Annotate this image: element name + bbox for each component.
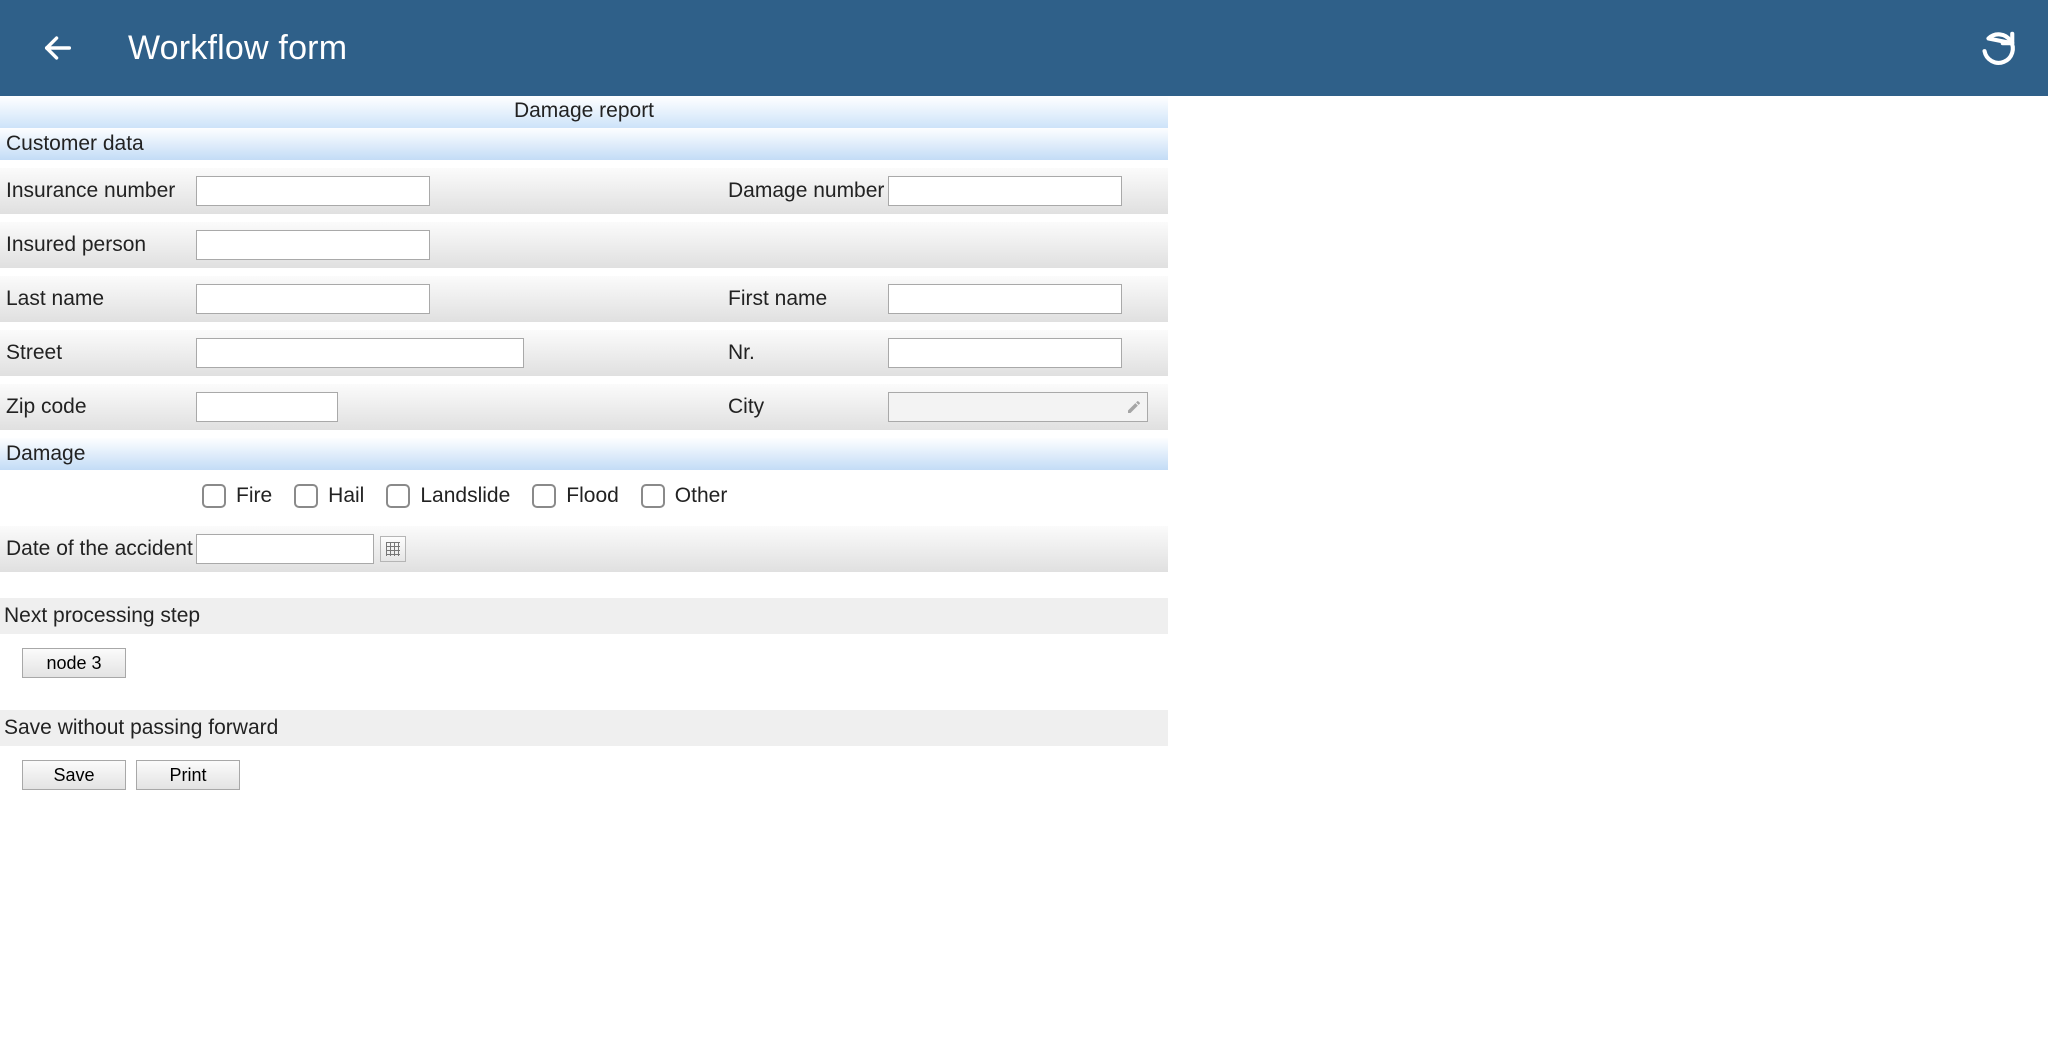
checkbox-hail[interactable]: Hail	[294, 484, 364, 508]
checkbox-flood-label: Flood	[566, 484, 619, 508]
row-accident-date: Date of the accident	[0, 526, 1168, 572]
save-buttons: Save Print	[0, 746, 1168, 804]
label-nr: Nr.	[728, 341, 888, 365]
row-insured-person: Insured person	[0, 222, 1168, 268]
checkbox-fire[interactable]: Fire	[202, 484, 272, 508]
refresh-icon	[1979, 29, 2017, 67]
checkbox-landslide[interactable]: Landslide	[386, 484, 510, 508]
row-zip-city: Zip code City	[0, 384, 1168, 430]
date-picker-button[interactable]	[380, 536, 406, 562]
label-first-name: First name	[728, 287, 888, 311]
section-damage: Damage	[0, 438, 1168, 470]
app-bar: Workflow form	[0, 0, 2048, 96]
back-button[interactable]	[38, 28, 78, 68]
checkbox-other-label: Other	[675, 484, 728, 508]
row-name: Last name First name	[0, 276, 1168, 322]
form-container: Damage report Customer data Insurance nu…	[0, 96, 1168, 804]
label-last-name: Last name	[6, 287, 196, 311]
insured-person-input[interactable]	[196, 230, 430, 260]
label-insurance-number: Insurance number	[6, 179, 196, 203]
section-next-step: Next processing step	[0, 598, 1168, 634]
row-insurance-damage: Insurance number Damage number	[0, 168, 1168, 214]
label-street: Street	[6, 341, 196, 365]
damage-number-input[interactable]	[888, 176, 1122, 206]
zip-input[interactable]	[196, 392, 338, 422]
row-street: Street Nr.	[0, 330, 1168, 376]
damage-type-row: Fire Hail Landslide Flood Other	[0, 474, 1168, 518]
section-customer-data: Customer data	[0, 128, 1168, 160]
checkbox-other[interactable]: Other	[641, 484, 728, 508]
calendar-icon	[386, 542, 400, 556]
refresh-button[interactable]	[1976, 26, 2020, 70]
checkbox-hail-label: Hail	[328, 484, 364, 508]
accident-date-input[interactable]	[196, 534, 374, 564]
checkbox-fire-label: Fire	[236, 484, 272, 508]
label-damage-number: Damage number	[728, 179, 888, 203]
node-button[interactable]: node 3	[22, 648, 126, 678]
page-title: Workflow form	[128, 29, 347, 68]
street-input[interactable]	[196, 338, 524, 368]
form-title: Damage report	[0, 96, 1168, 128]
label-accident-date: Date of the accident	[6, 537, 196, 561]
next-step-buttons: node 3	[0, 634, 1168, 692]
section-save: Save without passing forward	[0, 710, 1168, 746]
edit-icon[interactable]	[1126, 399, 1142, 415]
first-name-input[interactable]	[888, 284, 1122, 314]
checkbox-landslide-label: Landslide	[420, 484, 510, 508]
label-insured-person: Insured person	[6, 233, 196, 257]
nr-input[interactable]	[888, 338, 1122, 368]
print-button[interactable]: Print	[136, 760, 240, 790]
checkbox-flood[interactable]: Flood	[532, 484, 619, 508]
label-zip: Zip code	[6, 395, 196, 419]
save-button[interactable]: Save	[22, 760, 126, 790]
label-city: City	[728, 395, 888, 419]
insurance-number-input[interactable]	[196, 176, 430, 206]
city-input[interactable]	[888, 392, 1148, 422]
last-name-input[interactable]	[196, 284, 430, 314]
arrow-left-icon	[41, 31, 75, 65]
